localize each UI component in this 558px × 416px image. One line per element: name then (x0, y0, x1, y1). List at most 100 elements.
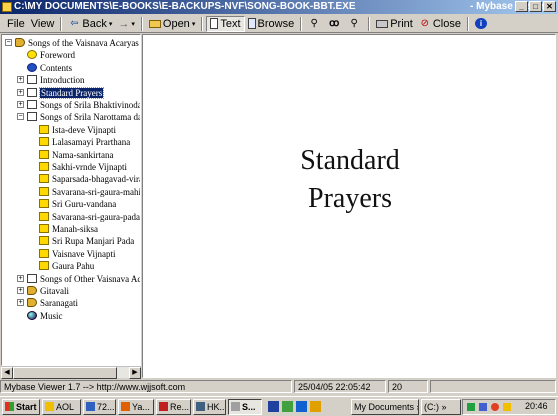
text-view-button[interactable]: Text (206, 15, 245, 32)
maximize-button[interactable]: □ (529, 1, 542, 12)
tree-item[interactable]: Savarana-sri-gaura-mahir (39, 186, 140, 198)
start-button[interactable]: Start (2, 399, 40, 415)
window-title: C:\MY DOCUMENTS\E-BOOKS\E-BACKUPS-NVF\SO… (14, 1, 356, 12)
task-app-icon (159, 402, 168, 411)
status-datetime: 25/04/05 22:05:42 (294, 380, 386, 393)
tree-item[interactable]: Sakhi-vrnde Vijnapti (39, 161, 127, 173)
tree-item[interactable]: Sri Guru-vandana (39, 198, 116, 210)
info-icon: i (474, 18, 487, 29)
tree-expander-icon[interactable]: + (17, 274, 24, 282)
back-button[interactable]: ⇦ Back ▾ (65, 16, 115, 32)
tree-item-label: Ista-deve Vijnapti (52, 124, 117, 135)
tree-item[interactable]: Music (27, 310, 63, 322)
tree-item-label: Contents (40, 62, 73, 73)
smiley-icon (27, 50, 37, 60)
tree-item[interactable]: Foreword (27, 49, 75, 61)
taskbar-button[interactable]: S... (228, 399, 262, 415)
toolbar-separator (140, 16, 143, 31)
close-doc-button[interactable]: ⊘ Close (416, 16, 464, 32)
tree-expander-icon[interactable]: + (17, 299, 24, 307)
tree-item[interactable]: Contents (27, 62, 72, 74)
taskbar-button[interactable]: 72... (83, 399, 116, 415)
tree-expander-icon[interactable]: + (17, 101, 24, 108)
tree-item[interactable]: Gitavali (27, 285, 69, 297)
tree-expander-icon[interactable]: − (17, 113, 24, 121)
tree-item[interactable]: Songs of the Vaisnava Acaryas (15, 37, 139, 49)
my-documents-toolbar[interactable]: My Documents » (351, 399, 419, 415)
find-button[interactable]: ⚲ (305, 16, 325, 32)
tree-item-label: Saparsada-bhagavad-vira (52, 174, 141, 185)
menu-view[interactable]: View (28, 16, 58, 32)
tree-item-label: Savarana-sri-gaura-pada- (52, 211, 141, 222)
browse-button[interactable]: Browse (245, 16, 298, 32)
drive-toolbar[interactable]: (C:) » (421, 399, 461, 415)
tree-item[interactable]: Saranagati (27, 297, 78, 309)
tree-item-label: Songs of the Vaisnava Acaryas (28, 38, 139, 48)
tree-item[interactable]: Songs of Srila Narottama das (27, 111, 141, 123)
tree-item-label: Gaura Pahu (52, 261, 95, 272)
book-icon (39, 261, 49, 271)
browse-page-icon (247, 18, 256, 29)
tree-item[interactable]: Songs of Srila Bhaktivinoda T (27, 99, 140, 111)
forward-button[interactable]: → ▾ (115, 16, 138, 32)
tree-item[interactable]: Saparsada-bhagavad-vira (39, 173, 141, 185)
quicklaunch-ie-icon[interactable] (296, 401, 307, 412)
taskbar-button[interactable]: Re... (156, 399, 191, 415)
tree-item-label: Songs of Srila Narottama das (40, 112, 141, 123)
tree-item[interactable]: Songs of Other Vaisnava Acı (27, 273, 141, 285)
close-window-button[interactable]: ✕ (543, 1, 556, 12)
book-icon (39, 162, 49, 171)
book-icon (39, 186, 49, 196)
document-icon (27, 273, 37, 283)
tree-panel[interactable]: − Songs of the Vaisnava Acaryas Foreword Co… (1, 34, 141, 366)
tray-network-icon[interactable] (467, 403, 475, 411)
tree-expander-icon[interactable]: + (17, 88, 24, 96)
tree-item[interactable]: Sri Rupa Manjari Pada (39, 235, 134, 247)
quicklaunch-edit-icon[interactable] (310, 401, 321, 412)
tray-volume-icon[interactable] (503, 403, 511, 411)
taskbar-button[interactable]: AOL (42, 399, 81, 415)
find-all-button[interactable]: ꝏ (325, 16, 345, 32)
tree-item[interactable]: Vaisnave Vijnapti (39, 248, 116, 260)
tree-expander-icon[interactable]: + (17, 287, 24, 294)
horizontal-scrollbar[interactable]: ◀ ▶ (1, 366, 141, 379)
find-next-button[interactable]: ⚲ (345, 16, 365, 32)
taskbar-button[interactable]: HK... (193, 399, 226, 415)
status-empty (430, 380, 556, 393)
book-icon (39, 137, 49, 147)
minimize-button[interactable]: _ (515, 1, 528, 12)
task-app-icon (45, 402, 54, 411)
tree-item-label: Songs of Other Vaisnava Acı (40, 273, 141, 284)
tree-item[interactable]: Nama-sankirtana (39, 149, 113, 161)
tray-media-icon[interactable] (479, 403, 487, 411)
toolbar-separator (300, 16, 303, 31)
document-icon (27, 87, 37, 97)
tree-item[interactable]: Manah-siksa (39, 223, 98, 235)
windows-logo-icon (5, 402, 14, 411)
tree-expander-icon[interactable]: − (5, 39, 12, 46)
quicklaunch-image-icon[interactable] (282, 401, 293, 412)
info-button[interactable]: i (472, 16, 492, 32)
tree-item[interactable]: Introduction (27, 74, 85, 86)
open-button[interactable]: Open ▾ (146, 16, 198, 32)
scroll-left-icon[interactable]: ◀ (1, 367, 13, 379)
taskbar-button[interactable]: Ya... (118, 399, 154, 415)
scroll-right-icon[interactable]: ▶ (129, 367, 141, 379)
tray-status-icon[interactable] (491, 403, 499, 411)
book-icon (39, 248, 49, 258)
scroll-thumb[interactable] (13, 367, 117, 379)
tree-item[interactable]: Standard Prayers (27, 86, 105, 99)
tree-expander-icon[interactable]: + (17, 76, 24, 84)
tree-item-label: Sri Rupa Manjari Pada (52, 236, 135, 247)
tree-item[interactable]: Lalasamayi Prarthana (39, 136, 130, 148)
menu-file[interactable]: File (4, 16, 28, 32)
task-app-icon (196, 402, 205, 411)
tree-item[interactable]: Ista-deve Vijnapti (39, 124, 116, 136)
print-button[interactable]: Print (373, 16, 416, 32)
tree-item[interactable]: Gaura Pahu (39, 260, 94, 272)
tree-item[interactable]: Savarana-sri-gaura-pada- (39, 211, 141, 223)
tree-item-label: Introduction (40, 75, 85, 86)
quicklaunch-word-icon[interactable] (268, 401, 279, 412)
chevron-down-icon: ▾ (108, 20, 113, 28)
document-view[interactable]: Standard Prayers (142, 34, 556, 378)
